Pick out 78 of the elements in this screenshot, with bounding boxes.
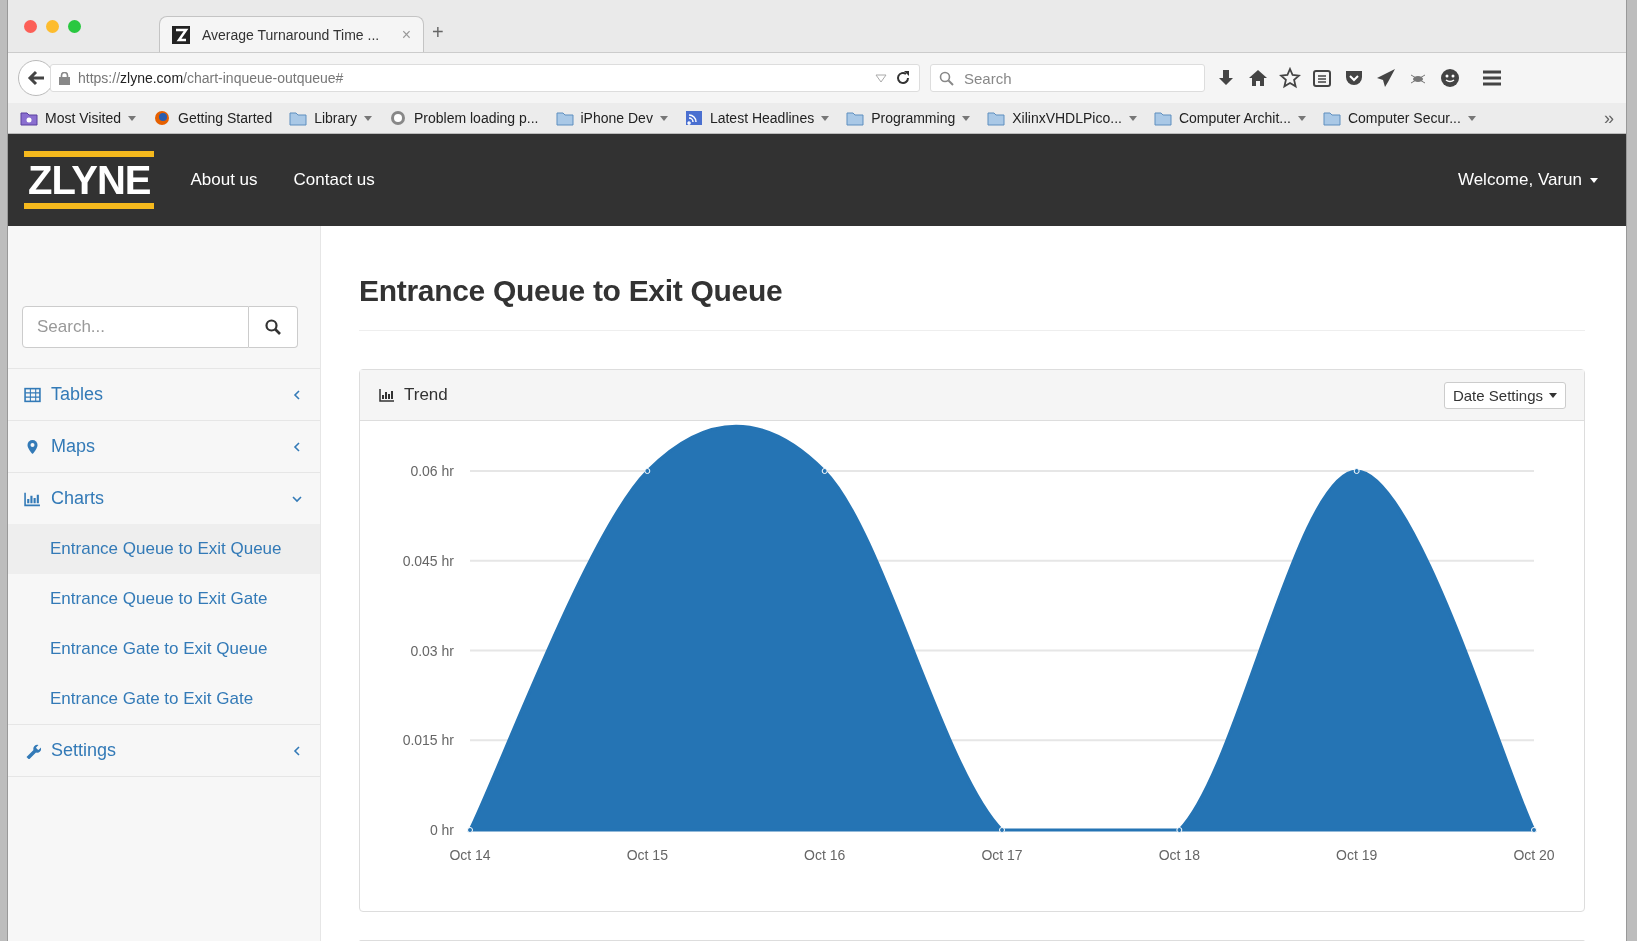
data-point [1531, 827, 1537, 833]
address-bar[interactable]: https://zlyne.com/chart-inqueue-outqueue# [50, 64, 920, 92]
x-axis-label: Oct 15 [626, 847, 668, 863]
search-icon [265, 319, 281, 335]
new-tab-button[interactable]: + [432, 20, 444, 44]
data-point [1176, 827, 1183, 833]
bookmark-item[interactable]: Programming [846, 110, 971, 126]
caret-icon [1549, 392, 1557, 398]
sidebar-subitem[interactable]: Entrance Queue to Exit Gate [8, 574, 320, 624]
bookmark-item[interactable]: Latest Headlines [684, 110, 830, 126]
y-axis-label: 0.045 hr [402, 552, 454, 569]
wrench-icon [24, 742, 41, 759]
bookmark-item[interactable]: XilinxVHDLPico... [987, 110, 1137, 126]
logo[interactable]: ZLYNE [24, 151, 155, 209]
data-point [821, 468, 828, 474]
bookmark-item[interactable]: Library [289, 110, 372, 126]
search-input[interactable]: Search [962, 68, 1196, 88]
sidebar-item[interactable]: Settings [8, 724, 320, 776]
panel-title: Trend [404, 385, 449, 405]
nav-link[interactable]: Contact us [293, 170, 375, 190]
sidebar-subitem[interactable]: Entrance Queue to Exit Queue [8, 524, 320, 574]
chat-icon[interactable] [1439, 67, 1461, 89]
lock-icon [59, 71, 70, 85]
bookmark-item[interactable]: iPhone Dev [555, 110, 668, 126]
x-axis-label: Oct 18 [1158, 847, 1200, 863]
data-point [999, 827, 1005, 833]
x-axis-label: Oct 16 [804, 847, 846, 863]
bookmark-item[interactable]: Computer Secur... [1322, 110, 1476, 126]
date-settings-button[interactable]: Date Settings [1443, 381, 1566, 409]
search-bar[interactable]: Search [930, 64, 1205, 92]
x-axis-label: Oct 17 [981, 847, 1023, 863]
back-arrow-icon [27, 70, 45, 86]
nav-link[interactable]: About us [190, 170, 258, 190]
x-axis-label: Oct 19 [1336, 847, 1378, 863]
sidebar-subitem[interactable]: Entrance Gate to Exit Queue [8, 624, 320, 674]
table-icon [24, 386, 41, 403]
globe-icon [153, 110, 171, 126]
y-axis-label: 0.03 hr [410, 642, 454, 659]
caret-icon [1590, 177, 1598, 183]
y-axis-label: 0 hr [429, 822, 454, 838]
folder-icon [987, 110, 1006, 126]
browser-tab[interactable]: Average Turnaround Time ... × [159, 16, 424, 52]
sidebar-item[interactable]: Tables [8, 368, 320, 420]
y-axis-label: 0.06 hr [410, 463, 454, 479]
folder-icon [555, 110, 574, 126]
sidebar-item[interactable]: Maps [8, 420, 320, 472]
feed-icon [684, 110, 703, 126]
home-icon[interactable] [1247, 67, 1269, 89]
bookmark-item[interactable]: Getting Started [153, 110, 273, 126]
data-point [467, 827, 473, 833]
data-point [1353, 468, 1360, 474]
globe-icon [388, 110, 407, 126]
search-icon [939, 70, 954, 86]
search-field[interactable]: Search... [22, 306, 249, 348]
sidebar-subitem[interactable]: Entrance Gate to Exit Gate [8, 674, 320, 724]
page-title: Entrance Queue to Exit Queue [359, 274, 1585, 331]
bar-chart-icon [378, 388, 396, 402]
user-menu[interactable]: Welcome, Varun [1457, 170, 1598, 190]
folder-icon [1153, 110, 1172, 126]
bookmark-item[interactable]: Most Visited [20, 110, 136, 126]
folder-icon [846, 110, 865, 126]
data-point [644, 468, 651, 474]
folder-icon [289, 110, 308, 126]
bookmark-item[interactable]: Problem loading p... [388, 110, 539, 126]
bookmark-item[interactable]: Computer Archit... [1153, 110, 1306, 126]
bar-chart-icon [24, 490, 41, 507]
star-icon[interactable] [1279, 67, 1301, 89]
folder-icon [20, 110, 38, 126]
x-axis-label: Oct 20 [1513, 847, 1555, 863]
reload-icon[interactable] [895, 70, 911, 86]
paper-plane-icon[interactable] [1375, 67, 1397, 89]
close-window-button[interactable] [24, 19, 37, 33]
y-axis-label: 0.015 hr [402, 732, 454, 749]
overflow-button[interactable]: » [1604, 107, 1614, 129]
folder-icon [1322, 110, 1341, 126]
list-icon[interactable] [1311, 67, 1333, 89]
search-button[interactable] [249, 306, 298, 348]
x-axis-label: Oct 14 [449, 847, 491, 863]
